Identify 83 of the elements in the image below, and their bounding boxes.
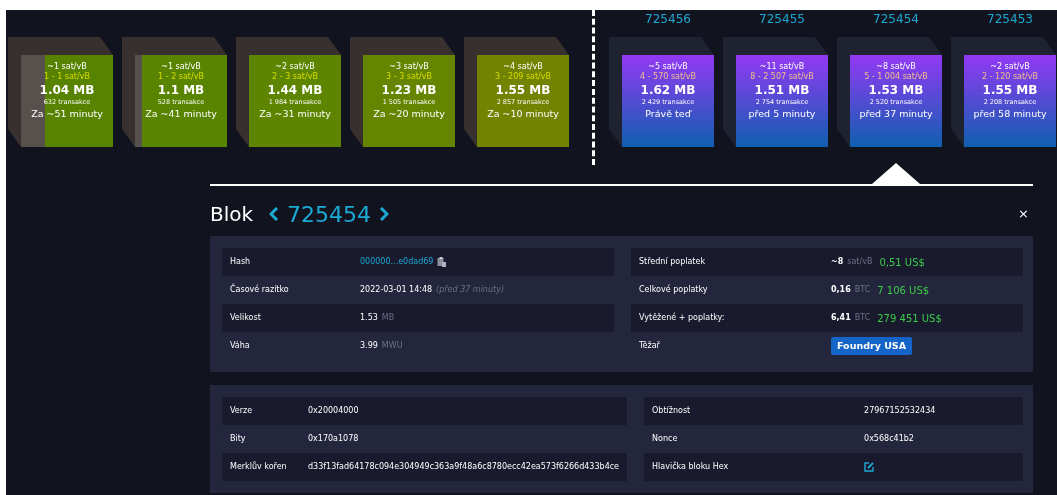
- fee-rate: ~8 sat/vB: [876, 62, 916, 72]
- block-size: 1.23 MB: [381, 83, 437, 98]
- block-title: Blok: [210, 201, 254, 228]
- block-size: 1.04 MB: [39, 83, 95, 98]
- row-label: Vytěžené + poplatky:: [639, 312, 726, 324]
- fee-range: 1 - 2 sat/vB: [158, 71, 204, 82]
- block-height[interactable]: 725456: [645, 10, 691, 37]
- fee-rate: ~5 sat/vB: [648, 62, 688, 72]
- row-label: Střední poplatek: [639, 256, 707, 268]
- fee-rate: ~11 sat/vB: [759, 62, 805, 72]
- block-size: 1.44 MB: [267, 83, 323, 98]
- unit-label: BTC: [854, 312, 871, 324]
- row-value: 0x568c41b2: [864, 433, 914, 445]
- row-value: 3.99: [360, 340, 378, 352]
- row-label: Celkové poplatky: [639, 284, 709, 296]
- hash-link[interactable]: 000000...e0dad69: [360, 256, 434, 268]
- block-size: 1.51 MB: [754, 83, 810, 98]
- fee-rate: ~1 sat/vB: [47, 62, 87, 72]
- fee-range: 3 - 3 sat/vB: [386, 71, 432, 82]
- block-height[interactable]: 725453: [987, 10, 1033, 37]
- block-time: Za ~41 minuty: [145, 108, 217, 120]
- block-time: Za ~51 minuty: [31, 108, 103, 120]
- fee-range: 5 - 1 004 sat/vB: [864, 71, 928, 82]
- block-size: 1.55 MB: [982, 83, 1038, 98]
- fee-rate: ~2 sat/vB: [990, 62, 1030, 72]
- close-button[interactable]: ×: [1018, 204, 1029, 224]
- block-time: před 58 minuty: [973, 108, 1047, 120]
- fee-rate: ~1 sat/vB: [161, 62, 201, 72]
- fiat-value: 279 451 US$: [877, 311, 942, 326]
- row-value: 0x170a1078: [308, 433, 359, 445]
- chevron-right-icon[interactable]: [379, 207, 390, 221]
- block-time: před 37 minuty: [859, 108, 933, 120]
- fee-range: 8 - 2 507 sat/vB: [750, 71, 814, 82]
- row-label: Časové razítko: [230, 284, 290, 296]
- row-value: 27967152532434: [864, 405, 936, 417]
- unit-label: MB: [381, 312, 395, 324]
- miner-badge[interactable]: Foundry USA: [831, 336, 913, 356]
- unit-label: MWU: [381, 340, 403, 352]
- relative-time: (před 37 minuty): [436, 284, 504, 296]
- edit-icon[interactable]: [864, 462, 875, 472]
- row-value: 0,16: [831, 284, 851, 296]
- row-value: 2022-03-01 14:48: [360, 284, 433, 296]
- block-height[interactable]: 725455: [759, 10, 805, 37]
- fiat-value: 7 106 US$: [877, 283, 930, 298]
- copy-icon[interactable]: [437, 257, 447, 267]
- row-value: d33f13fad64178c094e304949c363a9f48a6c8780ecc42ea573f6266d433b4ce: [308, 461, 620, 473]
- row-label: Verze: [230, 405, 254, 417]
- block-size: 1.1 MB: [157, 83, 205, 98]
- block-height[interactable]: 725454: [873, 10, 919, 37]
- row-label: Obtížnost: [652, 405, 692, 417]
- fee-range: 2 - 120 sat/vB: [982, 71, 1038, 82]
- fiat-value: 0,51 US$: [879, 255, 925, 270]
- block-time: Právě teď: [645, 108, 691, 120]
- row-label: Nonce: [652, 433, 679, 445]
- block-size: 1.55 MB: [495, 83, 551, 98]
- row-label: Hash: [230, 256, 252, 268]
- fee-rate: ~4 sat/vB: [503, 62, 543, 72]
- fee-range: 4 - 570 sat/vB: [640, 71, 696, 82]
- row-value: 1.53: [360, 312, 378, 324]
- block-time: Za ~20 minuty: [373, 108, 445, 120]
- row-label: Merklův kořen: [230, 461, 288, 473]
- block-size: 1.62 MB: [640, 83, 696, 98]
- block-time: Za ~31 minuty: [259, 108, 331, 120]
- block-time: Za ~10 minuty: [487, 108, 559, 120]
- chevron-left-icon[interactable]: [269, 207, 280, 221]
- fee-rate: ~2 sat/vB: [275, 62, 315, 72]
- row-label: Bity: [230, 433, 247, 445]
- fee-range: 1 - 1 sat/vB: [44, 71, 90, 82]
- row-value: ~8: [831, 256, 844, 268]
- row-value: 0x20004000: [308, 405, 359, 417]
- fee-rate: ~3 sat/vB: [389, 62, 429, 72]
- row-value: 6,41: [831, 312, 851, 324]
- block-time: před 5 minuty: [748, 108, 816, 120]
- unit-label: BTC: [854, 284, 871, 296]
- block-height-heading: 725454: [287, 200, 372, 229]
- row-label: Váha: [230, 340, 251, 352]
- unit-label: sat/vB: [847, 256, 873, 268]
- row-label: Těžař: [639, 340, 661, 352]
- row-label: Velikost: [230, 312, 262, 324]
- block-size: 1.53 MB: [868, 83, 924, 98]
- fee-range: 3 - 209 sat/vB: [495, 71, 551, 82]
- row-label: Hlavička bloku Hex: [652, 461, 730, 473]
- fee-range: 2 - 3 sat/vB: [272, 71, 318, 82]
